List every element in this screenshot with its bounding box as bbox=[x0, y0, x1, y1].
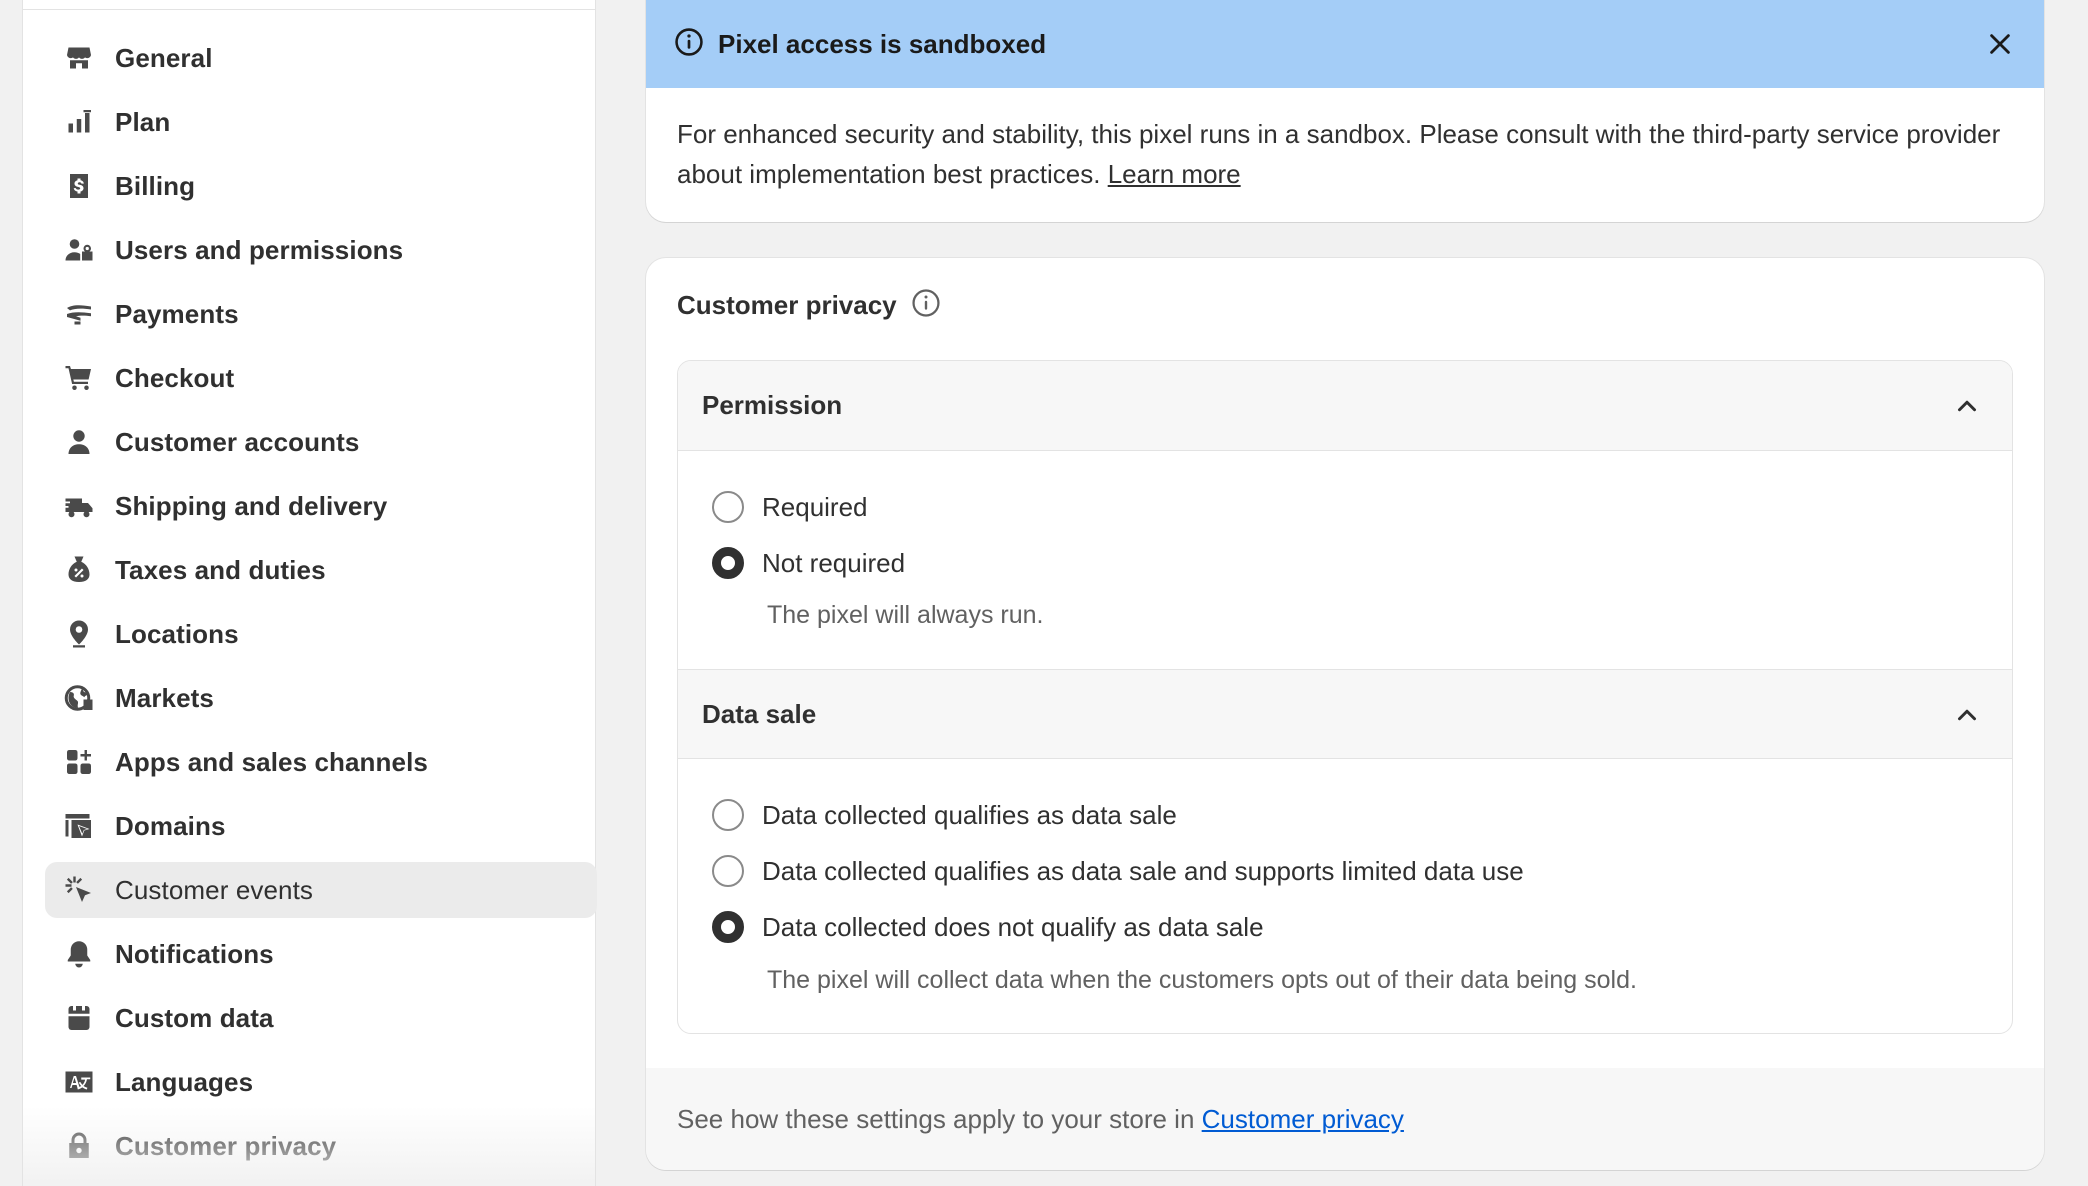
radio-button[interactable] bbox=[712, 855, 744, 887]
permission-section-header[interactable]: Permission bbox=[678, 361, 2012, 451]
customer-privacy-card: Customer privacy Permission Required Not… bbox=[646, 258, 2044, 1170]
permission-option-not-required[interactable]: Not required bbox=[712, 547, 905, 579]
footer-text: See how these settings apply to your sto… bbox=[677, 1103, 1195, 1134]
sidebar-item-customer-accounts[interactable]: Customer accounts bbox=[45, 414, 597, 470]
sidebar-item-label: Locations bbox=[115, 618, 239, 649]
data-sale-section-header[interactable]: Data sale bbox=[678, 669, 2012, 759]
data-sale-option-qualifies[interactable]: Data collected qualifies as data sale bbox=[712, 799, 1177, 831]
sidebar-item-markets[interactable]: Markets bbox=[45, 670, 597, 726]
sidebar-item-locations[interactable]: Locations bbox=[45, 606, 597, 662]
sidebar-item-label: Languages bbox=[115, 1066, 254, 1097]
banner-body-text: For enhanced security and stability, thi… bbox=[677, 119, 2001, 189]
radio-button-selected[interactable] bbox=[712, 547, 744, 579]
data-sale-title: Data sale bbox=[702, 698, 817, 729]
sidebar-item-payments[interactable]: Payments bbox=[45, 286, 597, 342]
data-sale-help-text: The pixel will collect data when the cus… bbox=[767, 966, 1637, 994]
sidebar-item-label: Markets bbox=[115, 682, 214, 713]
sidebar-item-label: General bbox=[115, 42, 213, 73]
info-icon[interactable] bbox=[911, 288, 941, 323]
sidebar-item-apps-and-sales-channels[interactable]: Apps and sales channels bbox=[45, 734, 597, 790]
radio-button-selected[interactable] bbox=[712, 911, 744, 943]
info-icon bbox=[674, 27, 704, 62]
permission-option-required[interactable]: Required bbox=[712, 491, 868, 523]
domains-icon bbox=[63, 810, 95, 842]
globe-icon bbox=[63, 682, 95, 714]
language-icon bbox=[63, 1066, 95, 1098]
radio-label: Data collected does not qualify as data … bbox=[762, 911, 1264, 942]
permission-help-text: The pixel will always run. bbox=[767, 601, 1044, 629]
sidebar-item-label: Taxes and duties bbox=[115, 554, 326, 585]
sidebar-item-customer-privacy[interactable]: Customer privacy bbox=[45, 1118, 597, 1174]
bell-icon bbox=[63, 938, 95, 970]
payments-icon bbox=[63, 298, 95, 330]
sidebar-item-label: Customer events bbox=[115, 874, 314, 905]
plan-icon bbox=[63, 106, 95, 138]
radio-button[interactable] bbox=[712, 491, 744, 523]
chevron-up-icon bbox=[1952, 391, 1982, 421]
sidebar-item-custom-data[interactable]: Custom data bbox=[45, 990, 597, 1046]
sidebar-item-label: Shipping and delivery bbox=[115, 490, 388, 521]
sidebar-item-label: Apps and sales channels bbox=[115, 746, 428, 777]
sidebar-item-label: Plan bbox=[115, 106, 171, 137]
users-icon bbox=[63, 234, 95, 266]
store-icon bbox=[63, 42, 95, 74]
permission-title: Permission bbox=[702, 390, 843, 420]
sidebar-item-checkout[interactable]: Checkout bbox=[45, 350, 597, 406]
cursor-click-icon bbox=[63, 874, 95, 906]
sidebar-item-label: Domains bbox=[115, 810, 226, 841]
radio-label: Required bbox=[762, 491, 868, 522]
card-title: Customer privacy bbox=[677, 290, 897, 320]
sidebar-item-label: Users and permissions bbox=[115, 234, 404, 265]
radio-button[interactable] bbox=[712, 799, 744, 831]
sidebar-item-label: Payments bbox=[115, 298, 239, 329]
sidebar-item-label: Billing bbox=[115, 170, 196, 201]
location-pin-icon bbox=[63, 618, 95, 650]
radio-label: Not required bbox=[762, 547, 906, 578]
sidebar-item-users-and-permissions[interactable]: Users and permissions bbox=[45, 222, 597, 278]
sidebar-item-label: Checkout bbox=[115, 362, 235, 393]
sidebar-item-label: Notifications bbox=[115, 938, 274, 969]
sidebar-nav-list: General Plan Billing Users and permissio… bbox=[45, 30, 597, 1182]
customer-privacy-link[interactable]: Customer privacy bbox=[1202, 1104, 1404, 1135]
apps-icon bbox=[63, 746, 95, 778]
privacy-settings-box: Permission Required Not required The pix… bbox=[677, 360, 2013, 1034]
sidebar-item-billing[interactable]: Billing bbox=[45, 158, 597, 214]
sidebar-item-notifications[interactable]: Notifications bbox=[45, 926, 597, 982]
sidebar-item-label: Customer privacy bbox=[115, 1130, 337, 1161]
cart-icon bbox=[63, 362, 95, 394]
sidebar-item-domains[interactable]: Domains bbox=[45, 798, 597, 854]
person-icon bbox=[63, 426, 95, 458]
radio-label: Data collected qualifies as data sale bbox=[762, 799, 1177, 830]
truck-icon bbox=[63, 490, 95, 522]
radio-label: Data collected qualifies as data sale an… bbox=[762, 855, 1524, 886]
sidebar-item-languages[interactable]: Languages bbox=[45, 1054, 597, 1110]
sandbox-info-banner: Pixel access is sandboxed For enhanced s… bbox=[646, 0, 2044, 222]
custom-data-icon bbox=[63, 1002, 95, 1034]
sidebar-item-general[interactable]: General bbox=[45, 30, 597, 86]
banner-header: Pixel access is sandboxed bbox=[646, 0, 2044, 88]
sidebar-item-taxes-and-duties[interactable]: Taxes and duties bbox=[45, 542, 597, 598]
sidebar-item-plan[interactable]: Plan bbox=[45, 94, 597, 150]
tax-icon bbox=[63, 554, 95, 586]
sidebar-item-label: Custom data bbox=[115, 1002, 274, 1033]
close-icon[interactable] bbox=[1982, 26, 2018, 62]
lock-icon bbox=[63, 1130, 95, 1162]
sidebar-item-label: Customer accounts bbox=[115, 426, 360, 457]
banner-title: Pixel access is sandboxed bbox=[718, 28, 1047, 59]
learn-more-link[interactable]: Learn more bbox=[1108, 159, 1241, 189]
data-sale-option-does-not-qualify[interactable]: Data collected does not qualify as data … bbox=[712, 911, 1264, 943]
settings-sidebar: General Plan Billing Users and permissio… bbox=[22, 0, 597, 1186]
billing-icon bbox=[63, 170, 95, 202]
data-sale-option-qualifies-limited-use[interactable]: Data collected qualifies as data sale an… bbox=[712, 855, 1524, 887]
sidebar-top-divider bbox=[23, 0, 595, 10]
card-title-row: Customer privacy bbox=[677, 288, 941, 323]
sidebar-item-shipping-and-delivery[interactable]: Shipping and delivery bbox=[45, 478, 597, 534]
sidebar-item-customer-events[interactable]: Customer events bbox=[45, 862, 597, 918]
banner-body: For enhanced security and stability, thi… bbox=[646, 88, 2044, 194]
chevron-up-icon bbox=[1952, 700, 1982, 730]
card-footer: See how these settings apply to your sto… bbox=[646, 1068, 2044, 1170]
